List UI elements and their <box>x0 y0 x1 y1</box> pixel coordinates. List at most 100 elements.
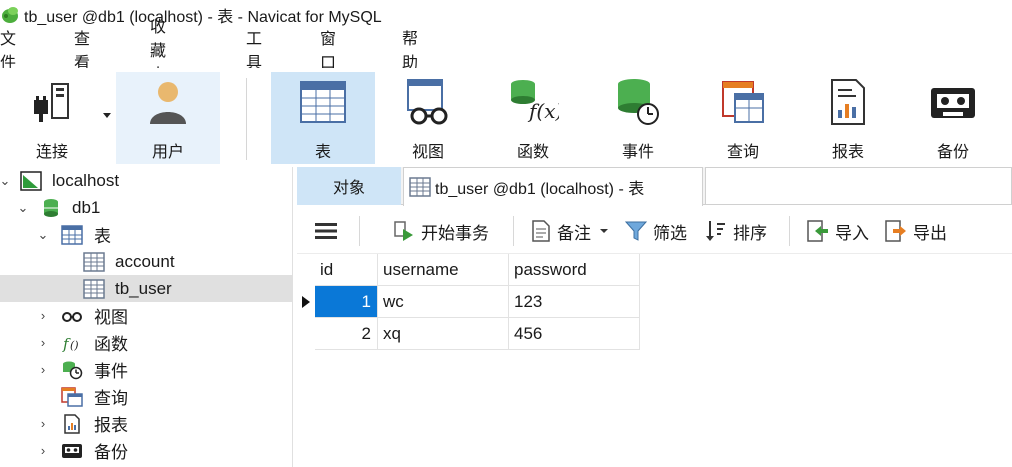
function-button[interactable]: f(x) 函数 <box>481 72 585 164</box>
chevron-right-icon[interactable]: › <box>36 362 50 377</box>
svg-text:(): () <box>70 339 79 352</box>
import-label: 导入 <box>835 223 869 243</box>
report-icon <box>831 79 865 125</box>
connection-button[interactable]: 连接 <box>2 72 102 164</box>
tree-label-views: 视图 <box>94 308 128 327</box>
event-clock-icon <box>63 361 83 379</box>
tree-label-account: account <box>115 251 175 271</box>
tree-label-queries: 查询 <box>94 389 128 408</box>
menu-tools[interactable]: 工具 <box>246 25 262 73</box>
connection-dropdown-arrow[interactable] <box>103 113 111 118</box>
toolbar-separator <box>359 216 360 246</box>
chevron-right-icon[interactable]: › <box>36 335 50 350</box>
note-icon <box>532 220 550 242</box>
menu-window[interactable]: 窗口 <box>320 25 336 73</box>
view-glasses-icon <box>62 311 82 322</box>
note-label: 备注 <box>557 223 591 243</box>
backup-tape-icon <box>62 443 82 458</box>
table-cell-username[interactable]: xq <box>378 318 509 350</box>
sort-button[interactable]: 排序 <box>705 208 767 254</box>
connection-label: 连接 <box>35 144 68 161</box>
table-cell-password[interactable]: 456 <box>509 318 640 350</box>
tree-label-events: 事件 <box>94 362 128 381</box>
event-clock-icon <box>618 79 659 125</box>
chevron-right-icon[interactable]: › <box>36 416 50 431</box>
transaction-icon <box>394 221 413 241</box>
table-icon <box>409 177 431 197</box>
function-icon: f () <box>62 335 79 353</box>
report-label: 报表 <box>831 144 864 161</box>
menu-hamburger-button[interactable] <box>315 208 343 254</box>
sort-icon <box>706 221 725 241</box>
tree-item-localhost[interactable]: ⌄ localhost <box>0 167 292 194</box>
object-toolbar: 开始事务 备注 筛选 排序 导入 导出 <box>297 208 1012 254</box>
window-title: tb_user @db1 (localhost) - 表 - Navicat f… <box>24 9 382 26</box>
event-button[interactable]: 事件 <box>586 72 690 164</box>
backup-tape-icon <box>931 88 975 118</box>
menu-file[interactable]: 文件 <box>0 25 16 73</box>
tree-item-account[interactable]: account <box>0 248 292 275</box>
chevron-right-icon[interactable]: › <box>36 308 50 323</box>
column-header-id[interactable]: id <box>315 254 378 286</box>
event-label: 事件 <box>621 144 654 161</box>
tree-item-reports[interactable]: › 报表 <box>0 410 292 437</box>
toolbar-separator <box>789 216 790 246</box>
menu-view[interactable]: 查看 <box>74 25 90 73</box>
tree-item-db1[interactable]: ⌄ db1 <box>0 194 292 221</box>
tree-item-backups[interactable]: › 备份 <box>0 437 292 464</box>
main-toolbar: 连接 用户 表 视图 f(x 函数 事件 查询 报表 备份 <box>0 68 1012 166</box>
column-header-username[interactable]: username <box>378 254 509 286</box>
database-icon <box>44 198 58 217</box>
tree-label-localhost: localhost <box>52 170 120 190</box>
tree-item-functions[interactable]: › f () 函数 <box>0 329 292 356</box>
tab-objects[interactable]: 对象 <box>297 167 401 205</box>
tab-table-tb-user[interactable]: tb_user @db1 (localhost) - 表 <box>403 167 703 206</box>
chevron-down-icon[interactable]: ⌄ <box>36 227 50 242</box>
table-icon <box>83 278 105 299</box>
query-button[interactable]: 查询 <box>691 72 795 164</box>
tree-item-tables[interactable]: ⌄ 表 <box>0 221 292 248</box>
tree-label-backups: 备份 <box>94 443 128 462</box>
chevron-down-icon[interactable]: ⌄ <box>0 173 12 188</box>
chevron-down-icon[interactable] <box>599 227 609 235</box>
backup-label: 备份 <box>936 144 969 161</box>
query-icon <box>722 81 764 123</box>
tree-item-queries[interactable]: 查询 <box>0 383 292 410</box>
tree-label-reports: 报表 <box>94 416 128 435</box>
table-icon <box>300 81 346 123</box>
table-cell-username[interactable]: wc <box>378 286 509 318</box>
user-button[interactable]: 用户 <box>116 72 220 164</box>
chevron-right-icon[interactable]: › <box>36 443 50 458</box>
backup-button[interactable]: 备份 <box>901 72 1005 164</box>
begin-transaction-button[interactable]: 开始事务 <box>393 208 489 254</box>
tree-item-tb-user[interactable]: tb_user <box>0 275 292 302</box>
note-button[interactable]: 备注 <box>531 208 615 254</box>
menu-help[interactable]: 帮助 <box>402 25 418 73</box>
export-button[interactable]: 导出 <box>883 208 947 254</box>
import-button[interactable]: 导入 <box>805 208 869 254</box>
report-button[interactable]: 报表 <box>796 72 900 164</box>
export-label: 导出 <box>913 223 947 243</box>
table-cell-password[interactable]: 123 <box>509 286 640 318</box>
chevron-down-icon[interactable]: ⌄ <box>16 200 30 215</box>
table-icon <box>61 224 83 245</box>
column-header-password[interactable]: password <box>509 254 640 286</box>
tab-bar-empty-area <box>705 167 1012 205</box>
tree-item-views[interactable]: › 视图 <box>0 302 292 329</box>
view-label: 视图 <box>411 144 444 161</box>
tree-item-events[interactable]: › 事件 <box>0 356 292 383</box>
tree-label-tb-user: tb_user <box>115 278 172 298</box>
function-icon: f(x) <box>511 80 559 123</box>
filter-button[interactable]: 筛选 <box>625 208 687 254</box>
view-button[interactable]: 视图 <box>376 72 480 164</box>
toolbar-separator <box>513 216 514 246</box>
import-icon <box>807 220 828 242</box>
query-label: 查询 <box>726 144 759 161</box>
table-button[interactable]: 表 <box>271 72 375 164</box>
table-cell-id[interactable]: 1 <box>315 286 378 318</box>
plug-connection-icon <box>34 83 69 122</box>
svg-text:f(x): f(x) <box>527 99 559 123</box>
table-label: 表 <box>314 144 331 161</box>
table-icon <box>83 251 105 272</box>
table-cell-id[interactable]: 2 <box>315 318 378 350</box>
